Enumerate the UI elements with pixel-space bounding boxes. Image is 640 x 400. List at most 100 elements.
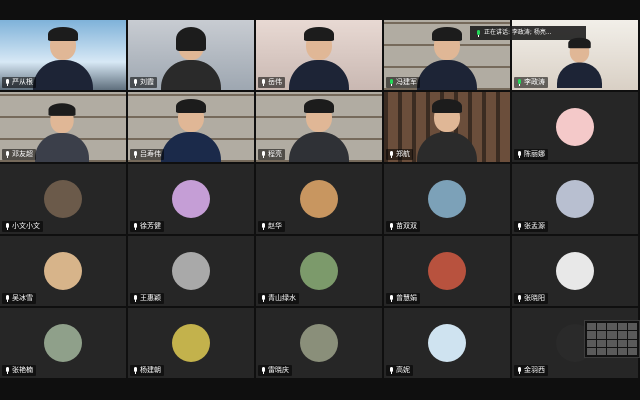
participant-name: 王惠颖 bbox=[140, 294, 161, 302]
self-view-thumbnail[interactable] bbox=[584, 320, 640, 358]
participant-tile[interactable]: 陈丽娜 bbox=[512, 92, 638, 162]
participant-avatar bbox=[172, 324, 210, 362]
participant-name: 郑航 bbox=[396, 150, 410, 158]
participant-name: 吴冰雪 bbox=[12, 294, 33, 302]
participant-nameplate: 苗双双 bbox=[386, 221, 420, 232]
participant-name: 冯建军 bbox=[396, 78, 417, 86]
participant-avatar bbox=[556, 252, 594, 290]
participant-video bbox=[289, 99, 349, 162]
mic-icon bbox=[261, 367, 266, 374]
participant-nameplate: 陈丽娜 bbox=[514, 149, 548, 160]
participant-nameplate: 金羽西 bbox=[514, 365, 548, 376]
participant-avatar bbox=[172, 252, 210, 290]
mic-icon bbox=[261, 151, 266, 158]
participant-tile[interactable]: 岳伟 bbox=[256, 20, 382, 90]
mic-icon bbox=[5, 223, 10, 230]
participant-name: 苗双双 bbox=[396, 222, 417, 230]
participant-name: 高妮 bbox=[396, 366, 410, 374]
participant-video bbox=[417, 99, 477, 162]
mic-icon bbox=[133, 151, 138, 158]
participant-tile[interactable]: 程亮 bbox=[256, 92, 382, 162]
mic-icon bbox=[517, 295, 522, 302]
mic-icon bbox=[5, 367, 10, 374]
participant-nameplate: 郑航 bbox=[386, 149, 413, 160]
participant-avatar bbox=[556, 180, 594, 218]
participant-tile[interactable]: 杨建朝 bbox=[128, 308, 254, 378]
mic-icon bbox=[476, 29, 481, 37]
participant-tile[interactable]: 邓友超 bbox=[0, 92, 126, 162]
participant-nameplate: 高妮 bbox=[386, 365, 413, 376]
participant-nameplate: 杨建朝 bbox=[130, 365, 164, 376]
participant-nameplate: 李政涛 bbox=[514, 77, 548, 88]
participant-avatar bbox=[300, 252, 338, 290]
participant-tile[interactable]: 苗双双 bbox=[384, 164, 510, 234]
participant-name: 雷晓庆 bbox=[268, 366, 289, 374]
participant-avatar bbox=[44, 252, 82, 290]
mic-icon bbox=[389, 367, 394, 374]
participant-avatar bbox=[44, 180, 82, 218]
mic-icon bbox=[133, 223, 138, 230]
participant-nameplate: 冯建军 bbox=[386, 77, 420, 88]
participant-nameplate: 张晓阳 bbox=[514, 293, 548, 304]
participant-avatar bbox=[428, 180, 466, 218]
participant-name: 程亮 bbox=[268, 150, 282, 158]
participant-tile[interactable]: 张晓阳 bbox=[512, 236, 638, 306]
participant-tile[interactable]: 雷晓庆 bbox=[256, 308, 382, 378]
participant-name: 赵华 bbox=[268, 222, 282, 230]
top-bar bbox=[0, 0, 640, 20]
participant-grid: 严从根 刘霞 岳伟 冯建军 李政涛 邓友超 吕寿伟 程亮 郑航 陈丽娜 小文小文… bbox=[0, 20, 640, 380]
mic-icon bbox=[517, 367, 522, 374]
participant-avatar bbox=[428, 252, 466, 290]
participant-tile[interactable]: 曾慧娟 bbox=[384, 236, 510, 306]
mic-icon bbox=[5, 295, 10, 302]
participant-nameplate: 吴冰雪 bbox=[2, 293, 36, 304]
participant-tile[interactable]: 吴冰雪 bbox=[0, 236, 126, 306]
bottom-bar bbox=[0, 380, 640, 400]
participant-nameplate: 程亮 bbox=[258, 149, 285, 160]
participant-tile[interactable]: 小文小文 bbox=[0, 164, 126, 234]
participant-nameplate: 吕寿伟 bbox=[130, 149, 164, 160]
participant-name: 杨建朝 bbox=[140, 366, 161, 374]
mic-icon bbox=[133, 295, 138, 302]
participant-tile[interactable]: 严从根 bbox=[0, 20, 126, 90]
participant-avatar bbox=[428, 324, 466, 362]
participant-name: 岳伟 bbox=[268, 78, 282, 86]
participant-tile[interactable]: 张艳楠 bbox=[0, 308, 126, 378]
participant-name: 邓友超 bbox=[12, 150, 33, 158]
participant-nameplate: 严从根 bbox=[2, 77, 36, 88]
participant-name: 小文小文 bbox=[12, 222, 40, 230]
participant-tile[interactable]: 吕寿伟 bbox=[128, 92, 254, 162]
participant-nameplate: 曾慧娟 bbox=[386, 293, 420, 304]
participant-name: 严从根 bbox=[12, 78, 33, 86]
participant-video bbox=[289, 27, 349, 90]
participant-tile[interactable]: 王惠颖 bbox=[128, 236, 254, 306]
mic-icon bbox=[261, 223, 266, 230]
participant-nameplate: 雷晓庆 bbox=[258, 365, 292, 376]
participant-tile[interactable]: 徐芳健 bbox=[128, 164, 254, 234]
participant-nameplate: 刘霞 bbox=[130, 77, 157, 88]
participant-tile[interactable]: 刘霞 bbox=[128, 20, 254, 90]
participant-nameplate: 徐芳健 bbox=[130, 221, 164, 232]
mic-icon bbox=[389, 295, 394, 302]
participant-nameplate: 王惠颖 bbox=[130, 293, 164, 304]
participant-nameplate: 赵华 bbox=[258, 221, 285, 232]
participant-avatar bbox=[300, 324, 338, 362]
participant-name: 徐芳健 bbox=[140, 222, 161, 230]
participant-video bbox=[161, 99, 221, 162]
participant-tile[interactable]: 郑航 bbox=[384, 92, 510, 162]
mic-icon bbox=[261, 295, 266, 302]
participant-name: 刘霞 bbox=[140, 78, 154, 86]
participant-tile[interactable]: 高妮 bbox=[384, 308, 510, 378]
participant-tile[interactable]: 张孟源 bbox=[512, 164, 638, 234]
participant-video bbox=[33, 27, 93, 90]
participant-nameplate: 张艳楠 bbox=[2, 365, 36, 376]
participant-tile[interactable]: 青山绿水 bbox=[256, 236, 382, 306]
participant-nameplate: 张孟源 bbox=[514, 221, 548, 232]
mic-icon bbox=[389, 151, 394, 158]
mic-icon bbox=[389, 223, 394, 230]
mic-icon bbox=[517, 223, 522, 230]
mic-icon bbox=[133, 79, 138, 86]
mic-icon bbox=[5, 151, 10, 158]
speaking-label: 正在讲话: 李政涛; 杨亮... bbox=[484, 29, 552, 36]
participant-tile[interactable]: 赵华 bbox=[256, 164, 382, 234]
